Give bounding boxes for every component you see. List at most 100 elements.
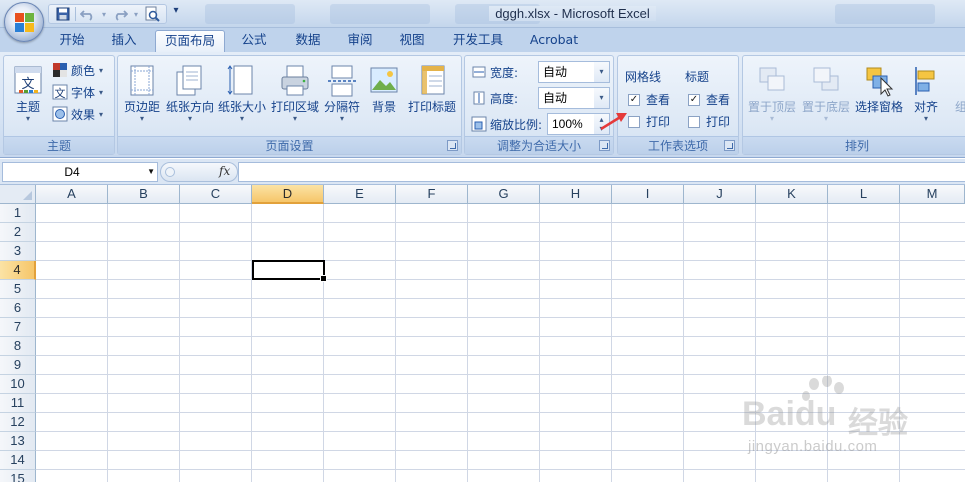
row-header-6[interactable]: 6 [0, 299, 36, 318]
print-titles-label: 打印标题 [407, 100, 456, 114]
page-setup-group-label: 页面设置 [118, 136, 461, 154]
height-select[interactable]: 自动 ▾ [538, 87, 610, 109]
width-label: 宽度: [471, 62, 518, 82]
tab-insert[interactable]: 插入 [104, 30, 144, 52]
window-title: dggh.xlsx - Microsoft Excel [0, 6, 965, 21]
tab-acrobat[interactable]: Acrobat [524, 30, 584, 52]
page-setup-launcher-icon[interactable] [447, 140, 458, 151]
column-header-j[interactable]: J [684, 185, 756, 204]
page-break-icon [326, 64, 358, 98]
chevron-down-icon[interactable]: ▼ [147, 163, 155, 181]
active-cell[interactable] [252, 260, 327, 282]
title-bar: ▾ ▾ ▾ dggh.xlsx - Microsoft Excel [0, 0, 965, 28]
row-header-7[interactable]: 7 [0, 318, 36, 337]
column-header-d[interactable]: D [252, 185, 324, 204]
row-header-11[interactable]: 11 [0, 394, 36, 413]
send-to-back-icon [810, 64, 842, 98]
column-header-h[interactable]: H [540, 185, 612, 204]
scale-spinner-value: 100% [552, 117, 583, 131]
chevron-down-icon: ▾ [339, 114, 344, 123]
orientation-label: 纸张方向 [165, 100, 214, 114]
headings-print-checkbox[interactable] [688, 116, 700, 128]
headings-print-label: 打印 [706, 115, 731, 129]
grid-column-line [467, 204, 468, 482]
tab-formulas[interactable]: 公式 [234, 30, 274, 52]
headings-view-label: 查看 [706, 93, 731, 107]
width-select[interactable]: 自动 ▾ [538, 61, 610, 83]
row-header-14[interactable]: 14 [0, 451, 36, 470]
bring-to-front-label: 置于顶层 [747, 100, 796, 114]
tab-data[interactable]: 数据 [288, 30, 328, 52]
theme-effects-label: 效果 [71, 107, 96, 122]
grid-row-line [36, 374, 965, 375]
row-header-4[interactable]: 4 [0, 261, 36, 280]
orientation-button[interactable]: 纸张方向 ▾ [165, 60, 215, 132]
align-button[interactable]: 对齐 ▾ [907, 60, 945, 132]
scale-to-fit-group-label: 调整为合适大小 [465, 136, 613, 154]
column-header-g[interactable]: G [468, 185, 540, 204]
background-button[interactable]: 背景 [365, 60, 403, 132]
formula-input[interactable] [238, 162, 965, 182]
group-icon [951, 64, 965, 98]
svg-text:文: 文 [21, 77, 34, 92]
tab-developer[interactable]: 开发工具 [446, 30, 510, 52]
column-header-k[interactable]: K [756, 185, 828, 204]
headings-view-checkbox[interactable]: ✓ [688, 94, 700, 106]
scale-to-fit-launcher-icon[interactable] [599, 140, 610, 151]
print-titles-button[interactable]: 打印标题 [406, 60, 458, 132]
column-header-b[interactable]: B [108, 185, 180, 204]
group-button[interactable]: 组 [951, 60, 965, 132]
row-header-13[interactable]: 13 [0, 432, 36, 451]
row-header-5[interactable]: 5 [0, 280, 36, 299]
height-label: 高度: [471, 88, 518, 108]
row-header-9[interactable]: 9 [0, 356, 36, 375]
row-header-1[interactable]: 1 [0, 204, 36, 223]
column-header-e[interactable]: E [324, 185, 396, 204]
tab-view[interactable]: 视图 [392, 30, 432, 52]
name-box[interactable]: D4 ▼ [2, 162, 158, 182]
theme-colors-button[interactable]: 颜色 ▾ [52, 60, 103, 80]
themes-button[interactable]: 文 主题 ▾ [6, 60, 50, 132]
tab-review[interactable]: 审阅 [340, 30, 380, 52]
bring-to-front-button[interactable]: 置于顶层 ▾ [746, 60, 798, 132]
print-titles-icon [416, 64, 448, 98]
watermark-brand-cn: 经验 [848, 406, 908, 441]
height-select-value: 自动 [543, 91, 568, 105]
column-header-m[interactable]: M [900, 185, 965, 204]
print-area-button[interactable]: 打印区域 ▾ [269, 60, 321, 132]
grid-column-line [251, 204, 252, 482]
column-header-i[interactable]: I [612, 185, 684, 204]
selection-pane-button[interactable]: 选择窗格 [853, 60, 905, 132]
send-to-back-button[interactable]: 置于底层 ▾ [800, 60, 852, 132]
column-header-l[interactable]: L [828, 185, 900, 204]
select-all-button[interactable] [0, 185, 36, 204]
row-header-3[interactable]: 3 [0, 242, 36, 261]
insert-function-button[interactable]: fx [219, 164, 230, 178]
size-button[interactable]: 纸张大小 ▾ [217, 60, 267, 132]
gridlines-view-checkbox[interactable]: ✓ [628, 94, 640, 106]
breaks-button[interactable]: 分隔符 ▾ [322, 60, 362, 132]
chevron-down-icon: ▾ [25, 114, 30, 123]
row-header-12[interactable]: 12 [0, 413, 36, 432]
row-header-15[interactable]: 15 [0, 470, 36, 482]
row-header-8[interactable]: 8 [0, 337, 36, 356]
theme-fonts-button[interactable]: 文 字体 ▾ [52, 82, 103, 102]
page-size-icon [226, 64, 258, 98]
column-header-a[interactable]: A [36, 185, 108, 204]
row-header-10[interactable]: 10 [0, 375, 36, 394]
tab-page-layout[interactable]: 页面布局 [155, 30, 225, 52]
chevron-down-icon: ▾ [239, 114, 244, 123]
grid-column-line [683, 204, 684, 482]
width-label-text: 宽度: [490, 65, 519, 80]
scale-icon [471, 116, 487, 132]
sheet-options-launcher-icon[interactable] [724, 140, 735, 151]
office-button[interactable] [4, 2, 44, 42]
margins-button[interactable]: 页边距 ▾ [120, 60, 164, 132]
tab-home[interactable]: 开始 [52, 30, 92, 52]
arrange-group: 置于顶层 ▾ 置于底层 ▾ 选择窗格 对齐 ▾ 组 排列 [742, 55, 965, 155]
column-header-f[interactable]: F [396, 185, 468, 204]
row-header-2[interactable]: 2 [0, 223, 36, 242]
resize-handle-icon[interactable] [165, 167, 175, 177]
theme-effects-button[interactable]: 效果 ▾ [52, 104, 103, 124]
column-header-c[interactable]: C [180, 185, 252, 204]
